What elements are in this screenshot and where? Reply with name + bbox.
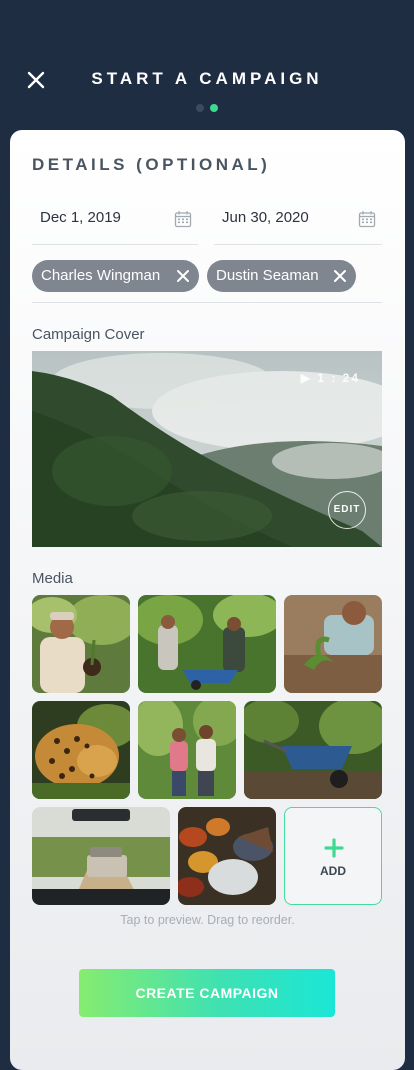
start-date-value: Dec 1, 2019 — [40, 209, 121, 226]
media-thumbnail[interactable] — [138, 701, 236, 799]
media-thumbnail[interactable] — [244, 701, 382, 799]
tag-chip[interactable]: Charles Wingman — [32, 260, 199, 292]
media-thumbnail[interactable] — [32, 595, 130, 693]
end-date-value: Jun 30, 2020 — [222, 209, 309, 226]
calendar-icon[interactable] — [358, 210, 376, 228]
start-date-field[interactable]: Dec 1, 2019 — [32, 194, 198, 245]
remove-tag-icon[interactable] — [175, 268, 191, 284]
jaguar-image — [32, 701, 130, 799]
media-label: Media — [32, 570, 73, 587]
page-title: START A CAMPAIGN — [91, 69, 323, 88]
planting-image — [284, 595, 382, 693]
add-media-label: ADD — [320, 864, 346, 878]
add-media-button[interactable]: ADD — [284, 807, 382, 905]
step-indicator — [0, 99, 414, 117]
plus-icon — [324, 838, 344, 858]
wheelbarrow-image — [244, 701, 382, 799]
workers-wheelbarrow-image — [138, 595, 276, 693]
calendar-icon[interactable] — [174, 210, 192, 228]
media-thumbnail[interactable] — [32, 701, 130, 799]
video-duration: ▶ 1 : 24 — [300, 371, 360, 385]
tag-label: Charles Wingman — [41, 267, 161, 284]
farmer-with-seedling-image — [32, 595, 130, 693]
details-section-title: DETAILS (OPTIONAL) — [32, 155, 271, 174]
couple-in-field-image — [138, 701, 236, 799]
step-dot-1 — [196, 104, 204, 112]
media-thumbnail[interactable] — [32, 807, 170, 905]
tag-chip[interactable]: Dustin Seaman — [207, 260, 356, 292]
media-hint: Tap to preview. Drag to reorder. — [120, 913, 295, 927]
end-date-field[interactable]: Jun 30, 2020 — [214, 194, 382, 245]
campaign-cover-video[interactable]: ▶ 1 : 24 EDIT — [32, 351, 382, 547]
step-dot-2 — [210, 104, 218, 112]
team-tags: Charles Wingman Dustin Seaman — [32, 260, 382, 303]
cover-label: Campaign Cover — [32, 326, 145, 343]
media-thumbnail[interactable] — [178, 807, 276, 905]
cacao-pods-image — [178, 807, 276, 905]
edit-cover-button[interactable]: EDIT — [328, 491, 366, 529]
tag-label: Dustin Seaman — [216, 267, 319, 284]
truck-on-road-image — [32, 807, 170, 905]
top-bar: START A CAMPAIGN — [0, 0, 414, 130]
media-thumbnail[interactable] — [138, 595, 276, 693]
media-thumbnail[interactable] — [284, 595, 382, 693]
campaign-form-card: DETAILS (OPTIONAL) Dec 1, 2019 Jun 30, 2… — [10, 130, 405, 1070]
remove-tag-icon[interactable] — [332, 268, 348, 284]
create-campaign-button[interactable]: CREATE CAMPAIGN — [79, 969, 335, 1017]
